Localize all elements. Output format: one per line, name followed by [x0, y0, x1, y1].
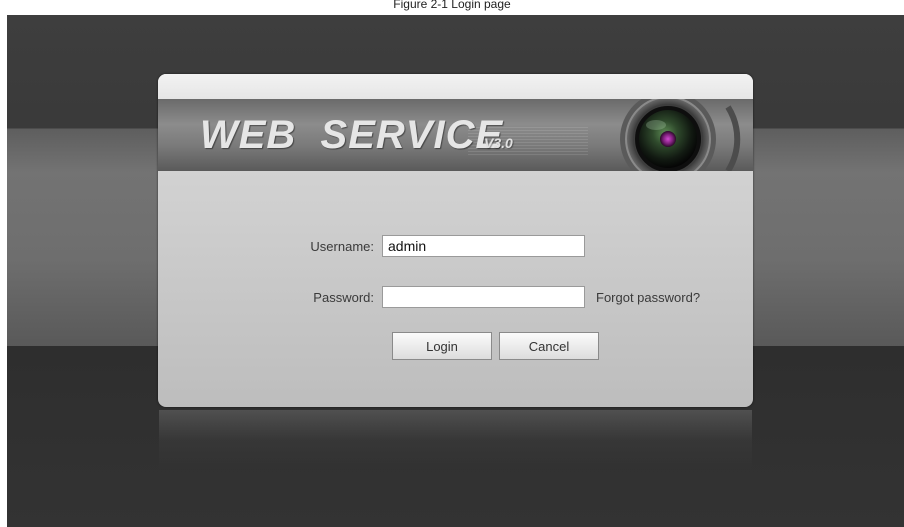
button-row: Login Cancel [392, 332, 606, 360]
banner-title: WEB SERVICE [200, 113, 504, 157]
username-row: Username: [158, 235, 585, 257]
username-input[interactable] [382, 235, 585, 257]
camera-lens-icon [620, 99, 741, 171]
panel-top-bar [158, 74, 753, 99]
banner-version: V3.0 [484, 135, 513, 151]
web-service-banner: WEB SERVICE V3.0 [158, 99, 753, 171]
cancel-button[interactable]: Cancel [499, 332, 599, 360]
username-label: Username: [310, 238, 374, 254]
login-panel: WEB SERVICE V3.0 Username: admin Passwor… [158, 74, 753, 407]
password-label: Password: [313, 289, 374, 305]
password-input[interactable] [382, 286, 585, 308]
forgot-password-link[interactable]: Forgot password? [596, 290, 700, 305]
login-button[interactable]: Login [392, 332, 492, 360]
page-caption: Figure 2-1 Login page [393, 0, 511, 11]
password-row: Password: Forgot password? [158, 286, 700, 308]
panel-reflection [159, 410, 752, 470]
login-stage: WEB SERVICE V3.0 Username: admin Passwor… [7, 15, 904, 527]
